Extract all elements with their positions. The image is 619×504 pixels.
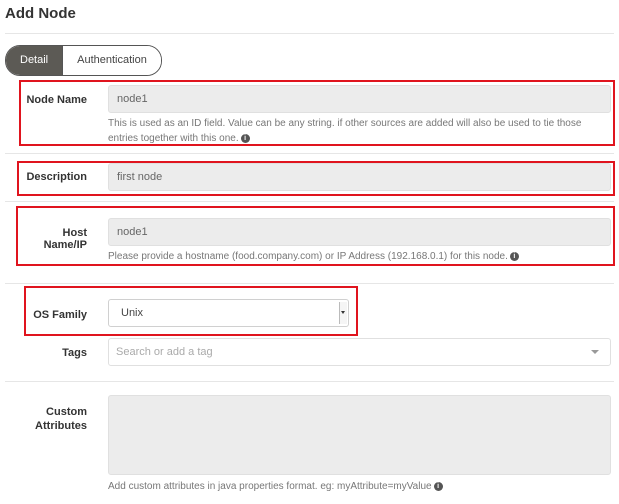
hostname-help: Please provide a hostname (food.company.… [108,249,608,264]
custom-attributes-label: Custom Attributes [20,405,87,433]
chevron-down-icon[interactable] [339,302,347,324]
info-icon[interactable]: i [240,133,250,143]
hostname-label: Host Name/IP [43,227,87,251]
custom-attributes-label-line1: Custom [46,406,87,418]
node-name-help: This is used as an ID field. Value can b… [108,116,608,146]
tab-bar: Detail Authentication [5,45,162,76]
divider [5,381,614,382]
tags-label: Tags [62,347,87,359]
os-family-label: OS Family [33,309,87,321]
custom-attributes-textarea[interactable] [108,395,611,475]
tags-placeholder: Search or add a tag [116,346,213,358]
node-name-input[interactable]: node1 [108,85,611,113]
node-name-label: Node Name [26,94,87,106]
tags-input[interactable]: Search or add a tag [108,338,611,366]
divider [5,153,614,154]
page-title: Add Node [5,5,76,22]
info-icon[interactable]: i [433,481,443,491]
custom-attributes-help: Add custom attributes in java properties… [108,479,608,494]
tab-detail[interactable]: Detail [6,46,63,75]
chevron-down-icon[interactable] [591,350,599,354]
tab-authentication[interactable]: Authentication [62,46,161,75]
hostname-input[interactable]: node1 [108,218,611,246]
custom-attributes-help-text: Add custom attributes in java properties… [108,481,432,492]
description-input[interactable]: first node [108,163,611,191]
description-label: Description [26,171,87,183]
divider [5,201,614,202]
node-name-help-text: This is used as an ID field. Value can b… [108,118,582,144]
info-icon[interactable]: i [509,251,519,261]
divider [5,283,614,284]
divider [5,33,614,34]
os-family-selected-value: Unix [121,307,144,319]
custom-attributes-label-line2: Attributes [35,420,87,432]
hostname-help-text: Please provide a hostname (food.company.… [108,251,508,262]
os-family-select[interactable]: Unix [108,299,349,327]
